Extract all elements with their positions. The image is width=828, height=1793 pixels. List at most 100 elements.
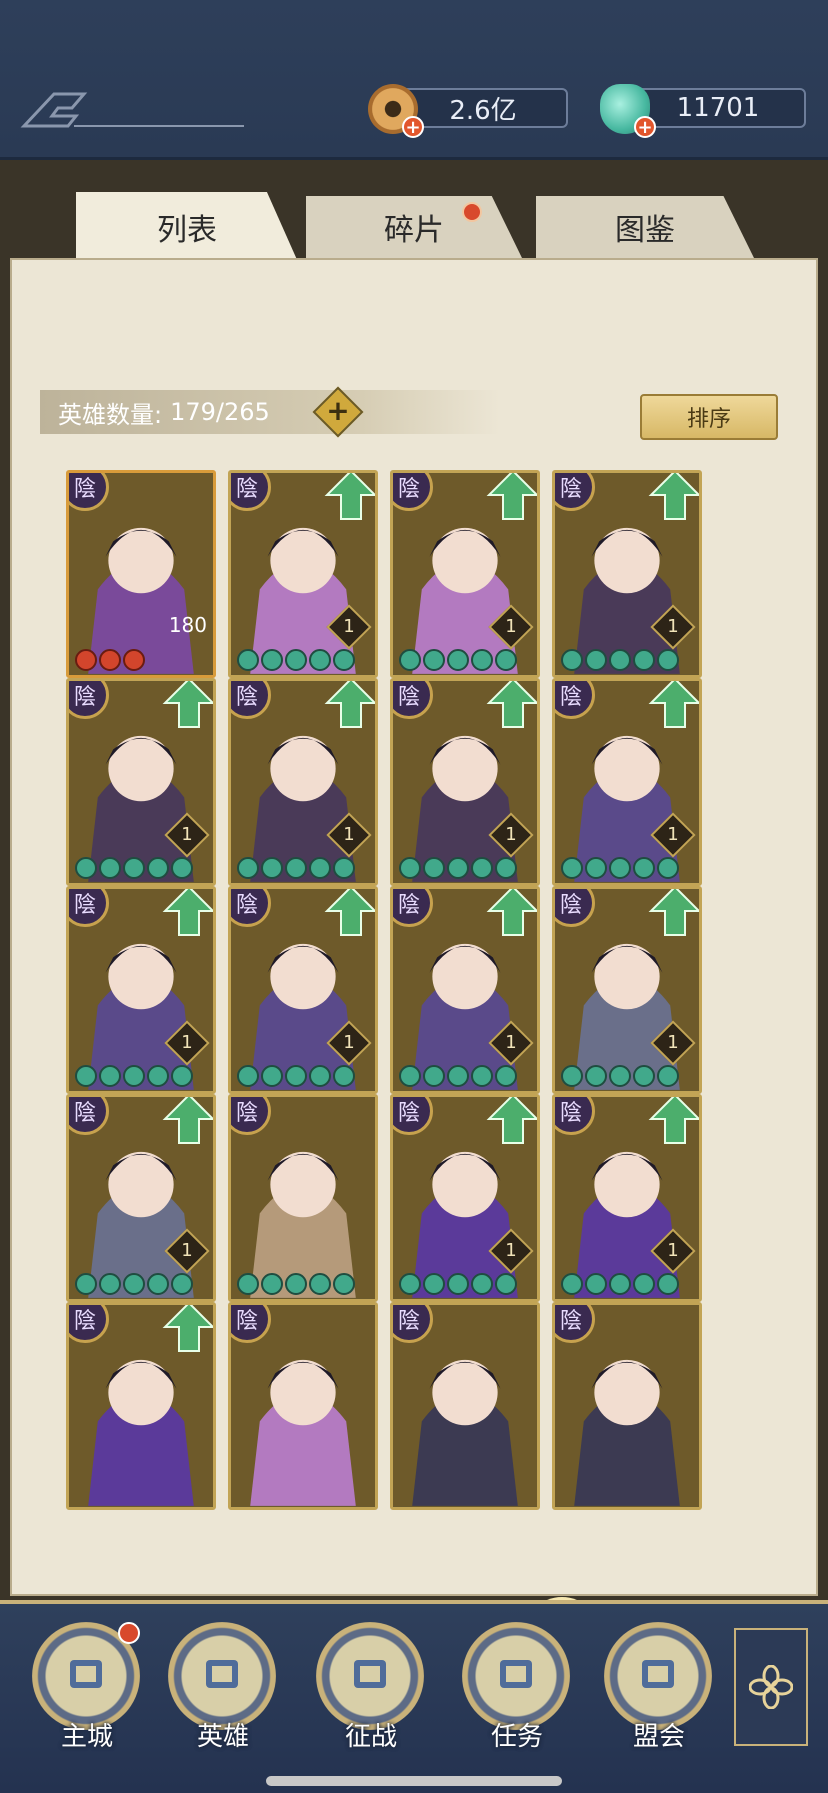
hero-card[interactable]: 陰1 xyxy=(66,678,216,886)
hero-level: 1 xyxy=(667,1032,679,1053)
star-icon xyxy=(399,1273,421,1295)
nav-item-0[interactable]: 主城 xyxy=(32,1622,142,1752)
tab-codex-label: 图鉴 xyxy=(615,213,675,248)
star-icon xyxy=(147,1065,169,1087)
add-coin-button[interactable]: + xyxy=(402,116,424,138)
star-icon xyxy=(495,1065,517,1087)
hero-card[interactable]: 陰 180 xyxy=(66,470,216,678)
hero-card[interactable]: 陰 xyxy=(390,1302,540,1510)
nav-icon xyxy=(642,1660,674,1688)
hero-card[interactable]: 陰1 xyxy=(552,678,702,886)
star-rating xyxy=(399,1065,517,1087)
hero-card[interactable]: 陰1 xyxy=(228,678,378,886)
nav-item-1[interactable]: 英雄 xyxy=(168,1622,278,1752)
hero-card[interactable]: 陰1 xyxy=(390,886,540,1094)
upgrade-arrow-icon xyxy=(486,473,537,520)
more-menu-button[interactable] xyxy=(734,1628,808,1746)
hero-card[interactable]: 陰 xyxy=(552,1302,702,1510)
upgrade-arrow-icon xyxy=(648,473,699,520)
hero-card[interactable]: 陰1 xyxy=(228,470,378,678)
star-icon xyxy=(633,1273,655,1295)
star-icon xyxy=(585,649,607,671)
nav-item-2[interactable]: 征战 xyxy=(316,1622,426,1752)
star-rating xyxy=(237,857,355,879)
upgrade-arrow-icon xyxy=(486,681,537,728)
tab-list-label: 列表 xyxy=(157,213,217,248)
hero-card[interactable]: 陰1 xyxy=(552,470,702,678)
star-icon xyxy=(237,649,259,671)
hero-card[interactable]: 陰 xyxy=(66,1302,216,1510)
upgrade-arrow-icon xyxy=(648,681,699,728)
upgrade-arrow-icon xyxy=(486,1097,537,1144)
add-jade-button[interactable]: + xyxy=(634,116,656,138)
hero-card[interactable]: 陰1 xyxy=(552,886,702,1094)
nav-item-3[interactable]: 任务 xyxy=(462,1622,572,1752)
nav-icon xyxy=(70,1660,102,1688)
coin-resource[interactable]: 2.6亿 + xyxy=(368,84,568,138)
hero-level: 1 xyxy=(667,616,679,637)
sort-button[interactable]: 排序 xyxy=(640,394,778,440)
star-icon xyxy=(657,649,679,671)
hero-card[interactable]: 陰1 xyxy=(390,1094,540,1302)
star-icon xyxy=(123,1065,145,1087)
star-icon xyxy=(633,1065,655,1087)
star-rating xyxy=(237,1273,355,1295)
tab-list[interactable]: 列表 xyxy=(76,192,298,262)
nav-item-4[interactable]: 盟会 xyxy=(604,1622,714,1752)
star-icon xyxy=(237,1065,259,1087)
hero-card[interactable]: 陰1 xyxy=(66,1094,216,1302)
jade-resource[interactable]: 11701 + xyxy=(600,84,810,138)
nav-icon xyxy=(500,1660,532,1688)
hero-level: 1 xyxy=(343,1032,355,1053)
hero-card[interactable]: 陰1 xyxy=(390,678,540,886)
upgrade-arrow-icon xyxy=(162,1097,213,1144)
star-icon xyxy=(237,857,259,879)
star-icon xyxy=(399,649,421,671)
tab-codex[interactable]: 图鉴 xyxy=(536,196,754,258)
hero-level: 1 xyxy=(505,1032,517,1053)
hero-card[interactable]: 陰 xyxy=(228,1094,378,1302)
star-rating xyxy=(75,1273,193,1295)
star-icon xyxy=(471,1273,493,1295)
star-icon xyxy=(609,1273,631,1295)
star-icon xyxy=(99,1065,121,1087)
star-icon xyxy=(399,857,421,879)
star-icon xyxy=(285,1065,307,1087)
hero-card[interactable]: 陰 xyxy=(228,1302,378,1510)
hero-card[interactable]: 陰1 xyxy=(66,886,216,1094)
hero-level: 1 xyxy=(505,824,517,845)
star-rating xyxy=(399,1273,517,1295)
swirl-logo-icon xyxy=(20,92,244,128)
upgrade-arrow-icon xyxy=(324,889,375,936)
hero-card[interactable]: 陰1 xyxy=(552,1094,702,1302)
star-icon xyxy=(309,1065,331,1087)
star-icon xyxy=(399,1065,421,1087)
tab-fragments[interactable]: 碎片 xyxy=(306,196,522,258)
star-icon xyxy=(495,857,517,879)
hero-card[interactable]: 陰1 xyxy=(390,470,540,678)
hero-card[interactable]: 陰1 xyxy=(228,886,378,1094)
star-icon xyxy=(561,1065,583,1087)
nav-label: 任务 xyxy=(490,1722,543,1752)
upgrade-arrow-icon xyxy=(486,889,537,936)
bottom-nav: 主城 英雄 征战 任务 盟会 xyxy=(0,1600,828,1793)
star-rating xyxy=(561,857,679,879)
star-icon xyxy=(147,857,169,879)
star-icon xyxy=(657,1273,679,1295)
star-icon xyxy=(447,649,469,671)
star-rating xyxy=(75,857,193,879)
hero-level: 1 xyxy=(343,824,355,845)
star-icon xyxy=(423,649,445,671)
star-icon xyxy=(495,649,517,671)
star-icon xyxy=(99,1273,121,1295)
star-icon xyxy=(75,1273,97,1295)
upgrade-arrow-icon xyxy=(324,473,375,520)
star-icon xyxy=(309,649,331,671)
star-icon xyxy=(123,649,145,671)
star-icon xyxy=(471,857,493,879)
star-icon xyxy=(423,1273,445,1295)
star-icon xyxy=(123,857,145,879)
star-icon xyxy=(75,649,97,671)
star-icon xyxy=(657,1065,679,1087)
star-rating xyxy=(561,1273,679,1295)
